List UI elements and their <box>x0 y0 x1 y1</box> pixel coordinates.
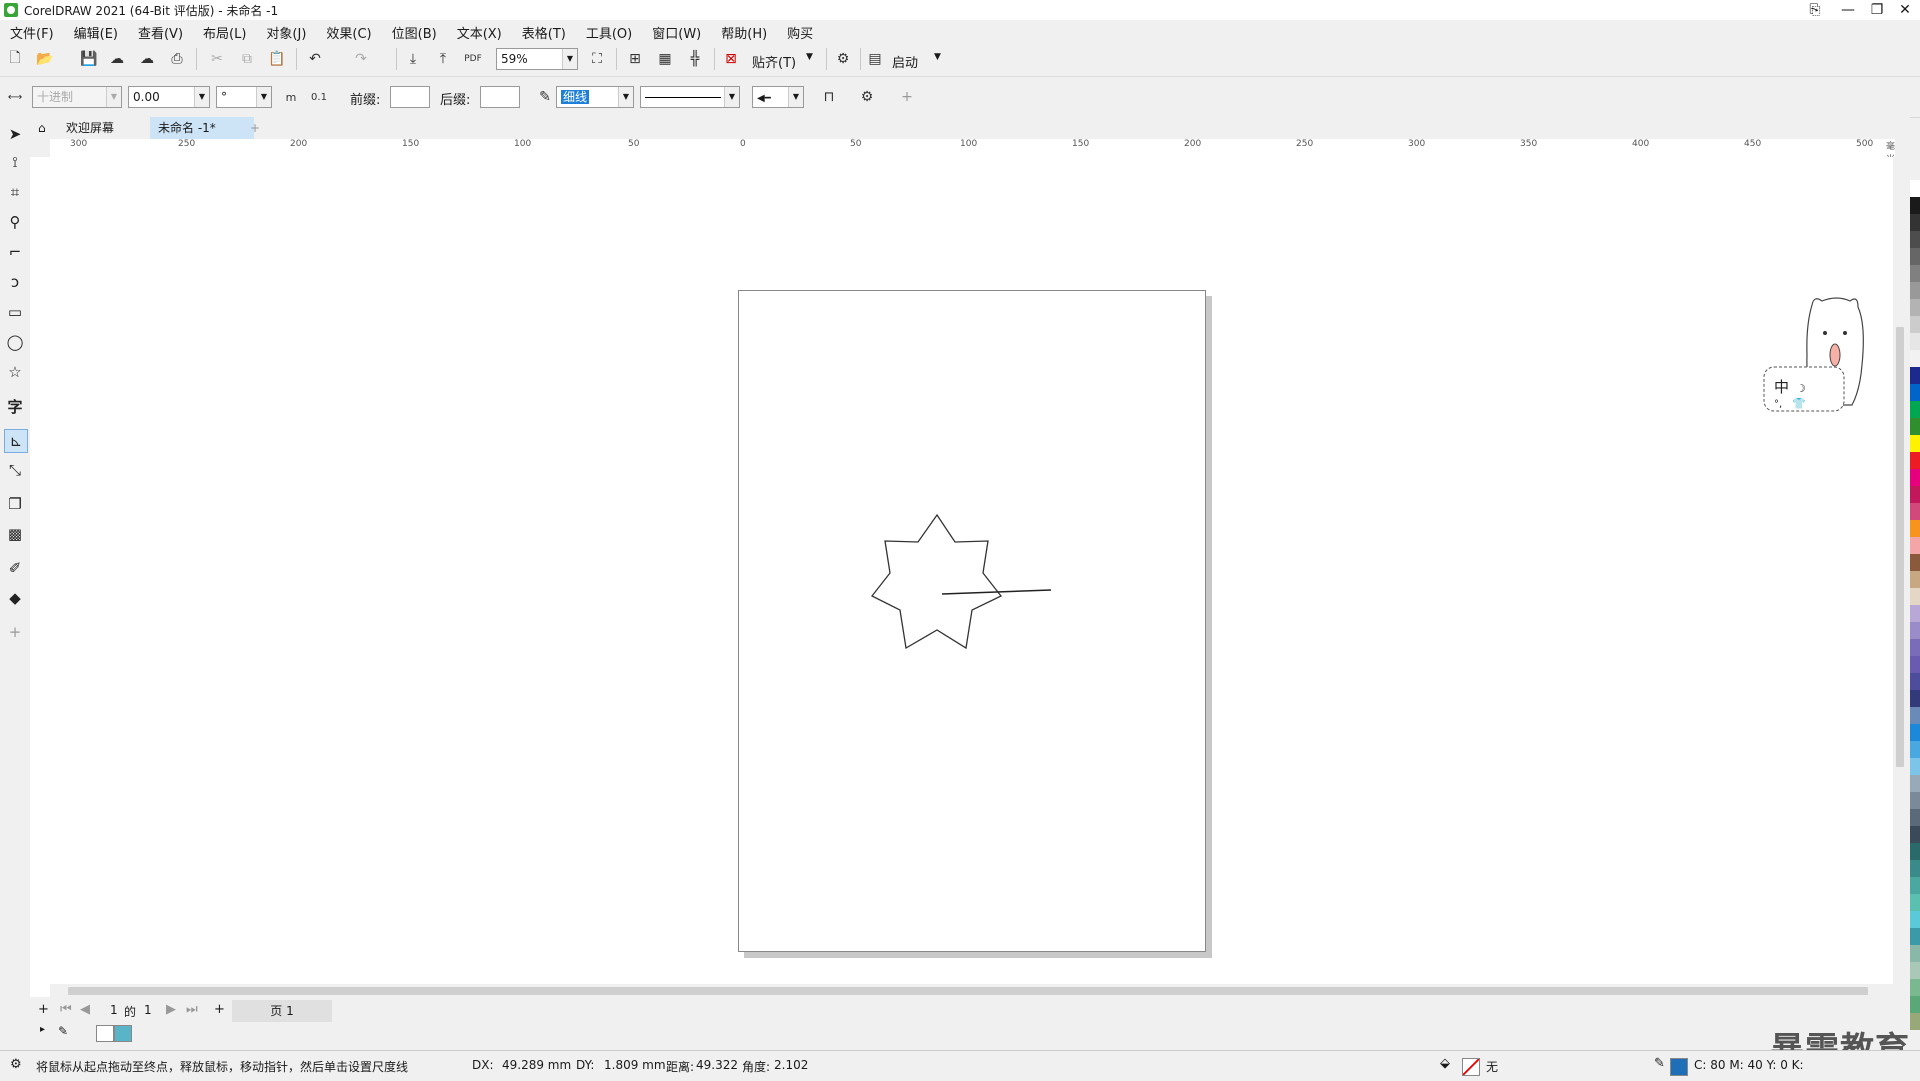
palette-swatch[interactable] <box>1910 248 1920 265</box>
horizontal-scrollbar[interactable] <box>50 984 1895 998</box>
palette-swatch[interactable] <box>1910 265 1920 282</box>
palette-swatch[interactable] <box>1910 503 1920 520</box>
distance-value: 49.322 <box>696 1058 738 1072</box>
fill-none-label: 无 <box>1486 1060 1499 1074</box>
palette-swatch[interactable] <box>1910 707 1920 724</box>
palette-swatch[interactable] <box>1910 231 1920 248</box>
palette-swatch[interactable] <box>1910 945 1920 962</box>
palette-swatch[interactable] <box>1910 469 1920 486</box>
document-palette: ▸ ✎ <box>40 1024 140 1042</box>
palette-swatch[interactable] <box>1910 792 1920 809</box>
palette-swatch[interactable] <box>1910 452 1920 469</box>
palette-swatch[interactable] <box>1910 673 1920 690</box>
palette-swatch[interactable] <box>1910 996 1920 1013</box>
dy-value: 1.809 mm <box>604 1058 666 1072</box>
cyan-swatch[interactable] <box>114 1025 132 1042</box>
palette-swatch[interactable] <box>1910 554 1920 571</box>
first-page-icon[interactable]: ⏮ <box>60 1002 72 1017</box>
outline-cmyk-value: C: 80 M: 40 Y: 0 K: <box>1694 1058 1804 1072</box>
dx-label: DX: <box>472 1058 494 1072</box>
palette-swatch[interactable] <box>1910 1013 1920 1030</box>
palette-swatch[interactable] <box>1910 367 1920 384</box>
vertical-scroll-thumb[interactable] <box>1896 327 1904 767</box>
palette-swatch[interactable] <box>1910 877 1920 894</box>
palette-swatch[interactable] <box>1910 911 1920 928</box>
palette-swatch[interactable] <box>1910 435 1920 452</box>
palette-swatch[interactable] <box>1910 605 1920 622</box>
distance-label: 距离: <box>666 1060 695 1074</box>
canvas-shapes <box>870 513 1052 650</box>
palette-swatch[interactable] <box>1910 962 1920 979</box>
palette-swatch[interactable] <box>1910 350 1920 367</box>
page-of-label: 的 <box>124 1005 137 1019</box>
palette-swatch[interactable] <box>1910 724 1920 741</box>
palette-swatch[interactable] <box>1910 214 1920 231</box>
palette-swatch[interactable] <box>1910 333 1920 350</box>
last-page-icon[interactable]: ⏭ <box>186 1002 198 1017</box>
page-tab-label: 页 1 <box>270 1004 294 1018</box>
ime-language-label: 中 <box>1774 378 1789 396</box>
palette-swatch[interactable] <box>1910 860 1920 877</box>
svg-text:°,: °, <box>1774 399 1782 410</box>
palette-swatch[interactable] <box>1910 299 1920 316</box>
palette-swatch[interactable] <box>1910 775 1920 792</box>
current-page-number[interactable]: 1 <box>110 1003 118 1017</box>
palette-swatch[interactable] <box>1910 571 1920 588</box>
svg-text:👕: 👕 <box>1792 397 1806 410</box>
dy-label: DY: <box>576 1058 595 1072</box>
eyedropper-icon[interactable]: ✎ <box>58 1024 68 1038</box>
palette-swatch[interactable] <box>1910 197 1920 214</box>
svg-text:☽: ☽ <box>1796 382 1806 395</box>
palette-swatch[interactable] <box>1910 639 1920 656</box>
angle-label: 角度: <box>742 1060 771 1074</box>
color-palette <box>1910 180 1920 1030</box>
palette-swatch[interactable] <box>1910 537 1920 554</box>
palette-swatch[interactable] <box>1910 979 1920 996</box>
palette-swatch[interactable] <box>1910 622 1920 639</box>
palette-swatch[interactable] <box>1910 894 1920 911</box>
dx-value: 49.289 mm <box>502 1058 572 1072</box>
palette-swatch[interactable] <box>1910 520 1920 537</box>
expand-arrow-icon[interactable]: ▸ <box>40 1024 45 1035</box>
horizontal-scroll-thumb[interactable] <box>68 987 1868 995</box>
add-page-before-icon[interactable]: + <box>38 1002 49 1017</box>
page-tab-1[interactable]: 页 1 <box>232 1000 332 1022</box>
outline-pen-status-icon[interactable]: ✎ <box>1654 1056 1665 1071</box>
no-color-swatch[interactable] <box>96 1025 114 1042</box>
palette-swatch[interactable] <box>1910 486 1920 503</box>
fill-bucket-icon[interactable]: ⬙ <box>1440 1056 1450 1071</box>
status-bar: ⚙ 将鼠标从起点拖动至终点，释放鼠标，移动指针，然后单击设置尺度线 DX: 49… <box>0 1050 1920 1081</box>
palette-swatch[interactable] <box>1910 384 1920 401</box>
palette-swatch[interactable] <box>1910 741 1920 758</box>
tool-hint-text: 将鼠标从起点拖动至终点，释放鼠标，移动指针，然后单击设置尺度线 <box>36 1060 409 1074</box>
previous-page-icon[interactable]: ◀ <box>80 1002 90 1017</box>
palette-swatch[interactable] <box>1910 418 1920 435</box>
palette-swatch[interactable] <box>1910 928 1920 945</box>
star-shape[interactable] <box>870 513 1003 650</box>
palette-swatch[interactable] <box>1910 401 1920 418</box>
palette-swatch[interactable] <box>1910 588 1920 605</box>
palette-swatch[interactable] <box>1910 690 1920 707</box>
vertical-scrollbar[interactable] <box>1893 157 1907 997</box>
fill-none-swatch[interactable] <box>1462 1058 1480 1076</box>
angle-value: 2.102 <box>774 1058 809 1072</box>
page-navigator: + ⏮ ◀ 1 的 1 ▶ ⏭ + 页 1 <box>30 1000 1910 1022</box>
palette-swatch[interactable] <box>1910 180 1920 197</box>
total-pages: 1 <box>144 1003 152 1017</box>
palette-swatch[interactable] <box>1910 316 1920 333</box>
palette-swatch[interactable] <box>1910 656 1920 673</box>
status-gear-icon[interactable]: ⚙ <box>10 1057 22 1072</box>
next-page-icon[interactable]: ▶ <box>166 1002 176 1017</box>
palette-swatch[interactable] <box>1910 826 1920 843</box>
palette-swatch[interactable] <box>1910 843 1920 860</box>
palette-swatch[interactable] <box>1910 282 1920 299</box>
ime-mascot-cat-icon: 中 ☽ °, 👕 <box>1763 297 1864 412</box>
outline-color-swatch[interactable] <box>1670 1058 1688 1076</box>
palette-swatch[interactable] <box>1910 758 1920 775</box>
palette-swatch[interactable] <box>1910 809 1920 826</box>
add-page-after-icon[interactable]: + <box>214 1002 225 1017</box>
